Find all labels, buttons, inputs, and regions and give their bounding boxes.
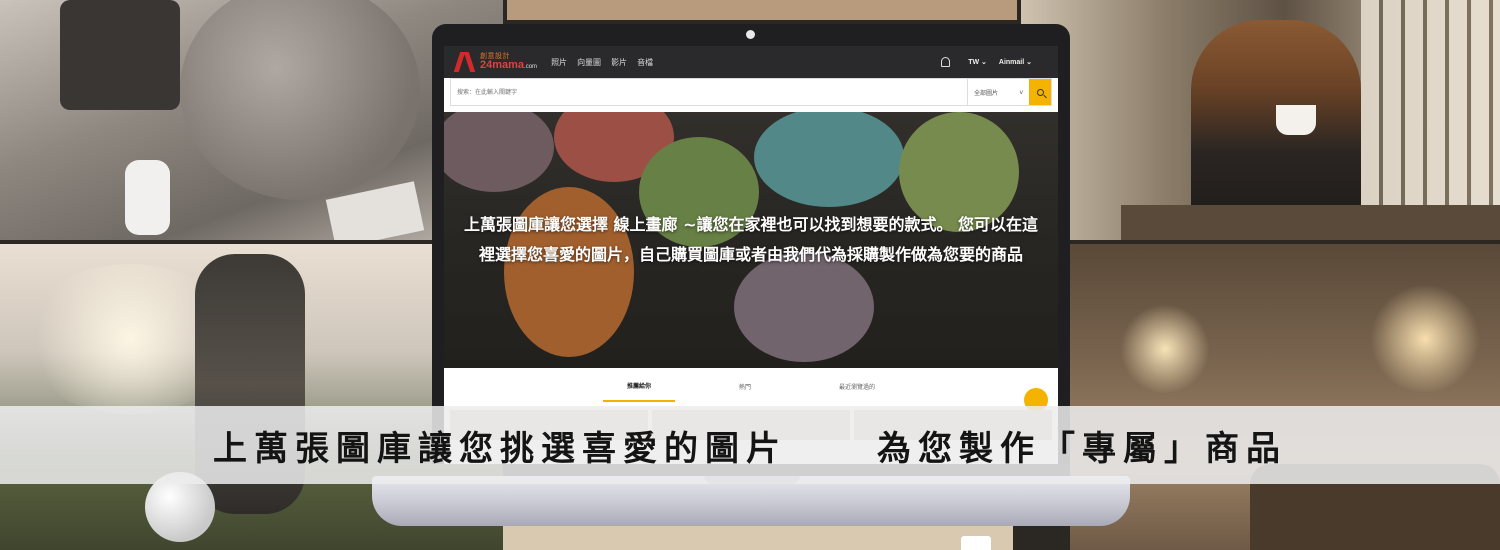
- hero-caption: 上萬張圖庫讓您選擇 線上畫廊 ~讓您在家裡也可以找到想要的款式。 您可以在這 裡…: [444, 210, 1058, 270]
- chevron-down-icon: v: [1019, 88, 1023, 96]
- promo-banner: 上萬張圖庫讓您挑選喜愛的圖片 為您製作「專屬」商品: [0, 406, 1500, 484]
- tab-popular[interactable]: 熱門: [715, 372, 775, 401]
- nav-link-photos[interactable]: 照片: [551, 57, 567, 68]
- search-input[interactable]: [451, 79, 967, 105]
- category-select-label: 全部圖片: [974, 89, 999, 97]
- logo-mark-icon: [454, 52, 476, 72]
- search-button[interactable]: [1029, 79, 1051, 105]
- bell-icon[interactable]: [941, 57, 951, 67]
- background-photo-coffee-woman: [1021, 0, 1500, 240]
- content-tabs: 推薦給你 熱門 最近瀏覽過的: [444, 368, 1058, 404]
- hero-caption-line-2: 裡選擇您喜愛的圖片，自己購買圖庫或者由我們代為採購製作做為您要的商品: [478, 245, 1023, 264]
- webcam-icon: [746, 30, 755, 39]
- site-navbar: 創意設計 24mama.com 照片 向量圖 影片 音檔 TW ⌄ Ainmai…: [444, 46, 1058, 78]
- site-logo[interactable]: 創意設計 24mama.com: [454, 52, 537, 72]
- region-selector[interactable]: TW ⌄: [968, 58, 987, 66]
- search-icon: [1036, 88, 1044, 96]
- tab-recommended[interactable]: 推薦給你: [602, 371, 675, 402]
- user-menu[interactable]: Ainmail ⌄: [999, 58, 1032, 66]
- laptop-screen-frame: 創意設計 24mama.com 照片 向量圖 影片 音檔 TW ⌄ Ainmai…: [432, 24, 1070, 464]
- tab-recently-viewed[interactable]: 最近瀏覽過的: [815, 372, 899, 401]
- banner-headline-right: 為您製作「專屬」商品: [877, 428, 1287, 469]
- search-bar: 全部圖片 v: [450, 78, 1052, 106]
- background-photo-family: [0, 0, 503, 240]
- laptop-screen: 創意設計 24mama.com 照片 向量圖 影片 音檔 TW ⌄ Ainmai…: [444, 46, 1058, 464]
- nav-link-videos[interactable]: 影片: [611, 57, 627, 68]
- nav-link-vectors[interactable]: 向量圖: [577, 57, 601, 68]
- hero-caption-line-1: 上萬張圖庫讓您選擇 線上畫廊 ~讓您在家裡也可以找到想要的款式。 您可以在這: [463, 215, 1039, 234]
- background-photo-top: [507, 0, 1017, 20]
- background-photo-living-room: [1070, 244, 1500, 550]
- logo-wordmark: 24mama.com: [480, 59, 538, 71]
- hero-banner: 上萬張圖庫讓您選擇 線上畫廊 ~讓您在家裡也可以找到想要的款式。 您可以在這 裡…: [444, 112, 1058, 368]
- gallery-icon: [961, 536, 991, 550]
- nav-link-audio[interactable]: 音檔: [637, 57, 653, 68]
- category-select[interactable]: 全部圖片 v: [967, 79, 1029, 105]
- banner-headline-left: 上萬張圖庫讓您挑選喜愛的圖片: [213, 428, 787, 469]
